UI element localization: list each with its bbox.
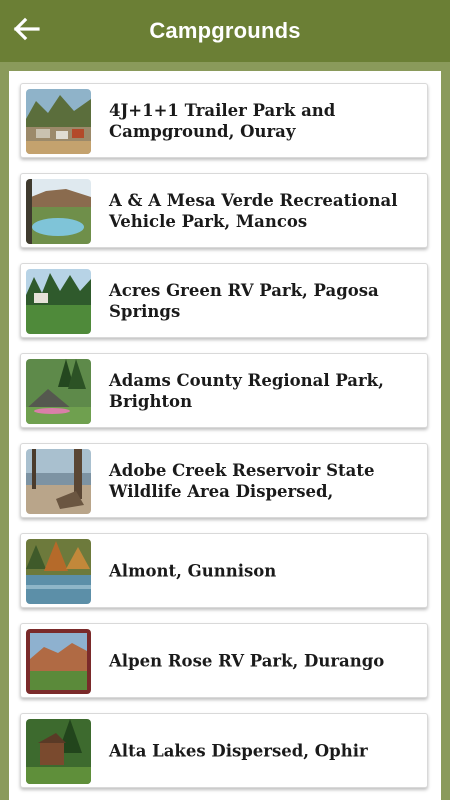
back-button[interactable]: [6, 11, 46, 51]
campground-list: 4J+1+1 Trailer Park and Campground, Oura…: [20, 83, 428, 800]
list-item-campground[interactable]: Almont, Gunnison: [20, 533, 428, 608]
campground-name: Acres Green RV Park, Pagosa Springs: [109, 280, 379, 321]
list-item-campground[interactable]: Alta Lakes Dispersed, Ophir: [20, 713, 428, 788]
list-item-campground[interactable]: Acres Green RV Park, Pagosa Springs: [20, 263, 428, 338]
page-title: Campgrounds: [149, 18, 301, 43]
list-item-campground[interactable]: Adobe Creek Reservoir State Wildlife Are…: [20, 443, 428, 518]
campground-name: Alta Lakes Dispersed, Ophir: [109, 741, 368, 760]
list-item-campground[interactable]: A & A Mesa Verde Recreational Vehicle Pa…: [20, 173, 428, 248]
arrow-left-icon: [12, 17, 40, 45]
campground-thumbnail: [26, 539, 91, 604]
list-item-campground[interactable]: 4J+1+1 Trailer Park and Campground, Oura…: [20, 83, 428, 158]
campground-name: Alpen Rose RV Park, Durango: [109, 651, 385, 670]
app-header: Campgrounds: [0, 0, 450, 62]
campground-name: Almont, Gunnison: [109, 561, 277, 580]
campground-thumbnail: [26, 359, 91, 424]
campground-thumbnail: [26, 449, 91, 514]
campground-name: A & A Mesa Verde Recreational Vehicle Pa…: [109, 190, 398, 231]
list-item-campground[interactable]: Adams County Regional Park, Brighton: [20, 353, 428, 428]
campground-name: Adobe Creek Reservoir State Wildlife Are…: [109, 460, 375, 501]
campground-thumbnail: [26, 269, 91, 334]
campground-thumbnail: [26, 179, 91, 244]
campground-thumbnail: [26, 629, 91, 694]
list-item-campground[interactable]: Alpen Rose RV Park, Durango: [20, 623, 428, 698]
app-screen: Campgrounds 4J+1+1 Trailer Park and Camp…: [0, 0, 450, 800]
campground-name: Adams County Regional Park, Brighton: [109, 370, 384, 411]
campground-list-container[interactable]: 4J+1+1 Trailer Park and Campground, Oura…: [9, 71, 441, 800]
campground-name: 4J+1+1 Trailer Park and Campground, Oura…: [109, 100, 336, 141]
campground-thumbnail: [26, 89, 91, 154]
campground-thumbnail: [26, 719, 91, 784]
